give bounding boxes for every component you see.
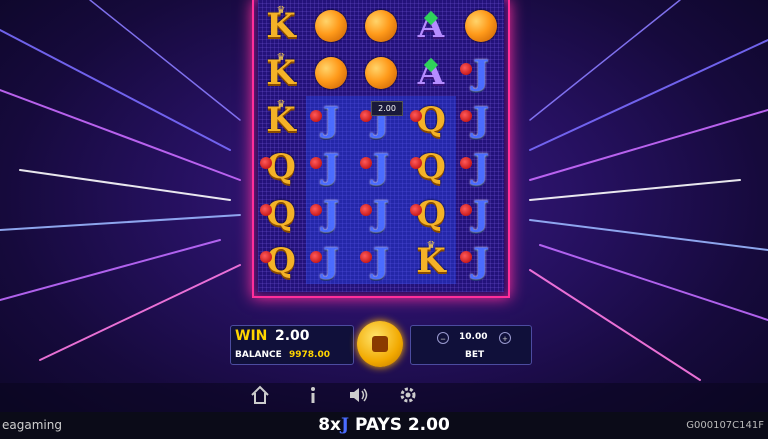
reel-grid: ♛ K A ♛ K A J ♛ K J J Q J Q J J Q J Q J J Q J Q J J ♛ K J (256, 0, 506, 298)
reel-cell: Q (256, 143, 306, 190)
reel-cell (356, 49, 406, 96)
jack-symbol: J (472, 146, 490, 187)
reel-cell: J (356, 237, 406, 284)
reel-cell: J (456, 143, 506, 190)
reel-cell (356, 2, 406, 49)
rose-icon (460, 157, 472, 169)
orange-symbol (365, 9, 397, 42)
rose-icon (410, 204, 422, 216)
crown-icon: ♛ (426, 240, 436, 251)
reel-cell: Q (256, 237, 306, 284)
reel-cell: A (406, 49, 456, 96)
balance-label: BALANCE (235, 350, 282, 360)
jack-symbol: J (472, 193, 490, 234)
jack-symbol: J (472, 240, 490, 281)
reel-cell: Q (406, 96, 456, 143)
reel-cell: ♛ K (256, 49, 306, 96)
rose-icon (460, 63, 472, 75)
rose-icon (310, 204, 322, 216)
orange-symbol (315, 56, 347, 89)
jack-symbol: J (372, 193, 390, 234)
rose-icon (260, 251, 272, 263)
jack-symbol: J (322, 99, 340, 140)
rose-icon (360, 251, 372, 263)
reel-cell: ♛ K (406, 237, 456, 284)
reel-cell: J (306, 96, 356, 143)
jack-symbol: J (372, 146, 390, 187)
orange-symbol (365, 56, 397, 89)
rose-icon (310, 157, 322, 169)
rose-icon (460, 251, 472, 263)
reel-cell: J (306, 237, 356, 284)
reel-cell: J (306, 143, 356, 190)
orange-symbol (465, 9, 497, 42)
reel-cell: ♛ K (256, 2, 306, 49)
rose-icon (260, 204, 272, 216)
win-value: 2.00 (275, 328, 310, 344)
home-icon[interactable] (247, 384, 273, 410)
bet-label: BET (465, 350, 485, 360)
sound-icon[interactable] (345, 384, 371, 410)
reel-cell: J (356, 190, 406, 237)
info-icon[interactable] (300, 384, 326, 410)
win-tooltip: 2.00 (371, 101, 403, 116)
bet-value: 10.00 (459, 332, 488, 342)
reel-cell: Q (256, 190, 306, 237)
bet-decrease-button[interactable]: − (437, 332, 449, 344)
reel-cell: Q (406, 143, 456, 190)
rose-icon (360, 204, 372, 216)
pays-symbol: J (340, 415, 350, 435)
reel-cell: J (456, 96, 506, 143)
reel-cell: Q (406, 190, 456, 237)
rose-icon (310, 110, 322, 122)
bet-increase-button[interactable]: + (499, 332, 511, 344)
spin-stop-button[interactable] (357, 321, 403, 367)
jack-symbol: J (472, 52, 490, 93)
footer-bar: eagaming 8xJ PAYS 2.00 G000107C141F (0, 412, 768, 439)
jack-symbol: J (322, 240, 340, 281)
stop-icon (372, 336, 388, 352)
jack-symbol: J (322, 193, 340, 234)
reel-cell: J (456, 190, 506, 237)
pays-text: PAYS 2.00 (354, 415, 450, 435)
reel-cell (456, 2, 506, 49)
crown-icon: ♛ (276, 99, 286, 110)
reel-cell: J (306, 190, 356, 237)
reel-cell: ♛ K (256, 96, 306, 143)
bet-panel: − 10.00 + BET (410, 325, 532, 365)
reel-cell (306, 49, 356, 96)
win-balance-panel: WIN 2.00 BALANCE 9978.00 (230, 325, 354, 365)
balance-value: 9978.00 (289, 350, 330, 360)
crown-icon: ♛ (276, 5, 286, 16)
pays-message: 8xJ PAYS 2.00 (0, 415, 768, 435)
settings-icon[interactable] (395, 384, 421, 410)
reel-cell: J (356, 143, 406, 190)
rose-icon (460, 110, 472, 122)
rose-icon (410, 110, 422, 122)
win-label: WIN (235, 328, 268, 344)
jack-symbol: J (322, 146, 340, 187)
game-id: G000107C141F (686, 420, 764, 431)
rose-icon (460, 204, 472, 216)
rose-icon (360, 157, 372, 169)
rose-icon (410, 157, 422, 169)
rose-icon (310, 251, 322, 263)
crown-icon: ♛ (276, 52, 286, 63)
rose-icon (260, 157, 272, 169)
reel-cell: J (456, 49, 506, 96)
reel-cell: A (406, 2, 456, 49)
pays-multiplier: 8x (318, 415, 341, 435)
jack-symbol: J (472, 99, 490, 140)
orange-symbol (315, 9, 347, 42)
jack-symbol: J (372, 240, 390, 281)
reel-cell (306, 2, 356, 49)
reel-cell: J (456, 237, 506, 284)
